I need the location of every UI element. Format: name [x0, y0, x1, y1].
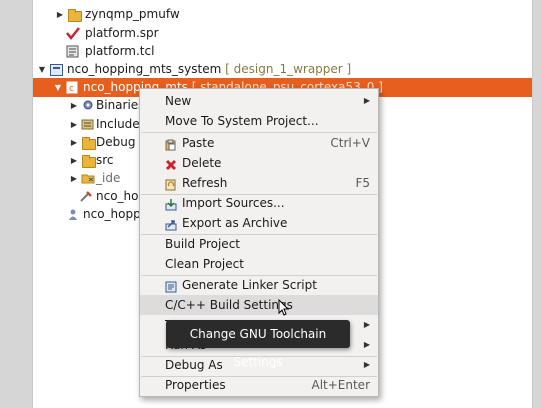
- source-folder-icon: [82, 155, 96, 168]
- menu-item-generate-linker-script[interactable]: Generate Linker Script: [140, 275, 378, 295]
- menu-item-label: New: [165, 94, 192, 108]
- menu-item-export-archive[interactable]: Export as Archive: [140, 213, 378, 233]
- tree-item-label: Debug: [96, 135, 136, 149]
- submenu-arrow-icon: ▶: [363, 320, 370, 329]
- menu-item-import-sources[interactable]: Import Sources...: [140, 193, 378, 213]
- menu-item-label: Build Project: [165, 237, 240, 251]
- menu-item-label: Refresh: [182, 176, 228, 190]
- tree-item-label: _ide: [96, 171, 121, 185]
- tree-item-text: nco_hopping_mts_system [ design_1_wrappe…: [67, 60, 351, 79]
- menu-item-move-to-system[interactable]: Move To System Project...: [140, 111, 378, 131]
- tree-item-label: Binaries: [96, 98, 145, 112]
- expand-arrow-icon[interactable]: ▶: [69, 115, 79, 134]
- paste-icon: [165, 137, 177, 151]
- tree-item-zynqmp-pmufw[interactable]: ▶ zynqmp_pmufw: [33, 5, 532, 24]
- menu-item-new[interactable]: New ▶: [140, 91, 378, 111]
- tree-item-platform-tcl[interactable]: platform.tcl: [33, 42, 532, 61]
- menu-item-label: Generate Linker Script: [182, 278, 317, 292]
- tree-item-label: platform.spr: [85, 26, 159, 40]
- menu-item-label: Move To System Project...: [165, 114, 319, 128]
- menu-item-delete[interactable]: Delete: [140, 153, 378, 173]
- menu-item-paste[interactable]: Paste Ctrl+V: [140, 133, 378, 153]
- svg-text:c: c: [69, 84, 74, 94]
- delete-icon: [165, 157, 177, 171]
- person-file-icon: [66, 208, 80, 221]
- shortcut-label: Ctrl+V: [330, 136, 370, 150]
- menu-item-properties[interactable]: Properties Alt+Enter: [140, 375, 378, 395]
- app-project-icon: c: [66, 81, 80, 94]
- expand-arrow-icon[interactable]: ▶: [69, 169, 79, 188]
- tooltip: Change GNU Toolchain Settings: [166, 320, 350, 369]
- platform-file-icon: [66, 27, 80, 41]
- menu-item-refresh[interactable]: Refresh F5: [140, 173, 378, 193]
- menu-item-label: Paste: [182, 136, 215, 150]
- binaries-icon: [81, 99, 95, 112]
- tree-item-label: zynqmp_pmufw: [85, 7, 180, 21]
- tools-icon: [79, 190, 93, 203]
- collapse-arrow-icon[interactable]: ▼: [53, 78, 63, 97]
- collapse-arrow-icon[interactable]: ▼: [37, 60, 47, 79]
- export-icon: [165, 217, 177, 231]
- menu-item-label: Import Sources...: [182, 196, 285, 210]
- menu-item-label: Delete: [182, 156, 222, 170]
- includes-icon: [81, 118, 95, 131]
- tree-item-label: src: [96, 153, 114, 167]
- menu-item-clean-project[interactable]: Clean Project: [140, 254, 378, 274]
- menu-item-label: Properties: [165, 378, 226, 392]
- menu-item-label: Clean Project: [165, 257, 244, 271]
- refresh-icon: [165, 177, 177, 191]
- menu-item-label: C/C++ Build Settings: [165, 298, 293, 312]
- system-project-icon: [50, 64, 63, 76]
- menu-item-label: Debug As: [165, 358, 223, 372]
- submenu-arrow-icon: ▶: [363, 96, 370, 105]
- menu-item-build-settings[interactable]: C/C++ Build Settings: [140, 295, 378, 315]
- menu-item-build-project[interactable]: Build Project: [140, 234, 378, 254]
- expand-arrow-icon[interactable]: ▶: [55, 5, 65, 24]
- shortcut-label: F5: [355, 176, 370, 190]
- tcl-file-icon: [66, 45, 80, 58]
- menu-item-label: Export as Archive: [182, 216, 288, 230]
- tree-item-decoration: [ design_1_wrapper ]: [225, 62, 352, 76]
- folder-icon: [68, 9, 82, 22]
- linker-script-icon: [165, 279, 177, 293]
- expand-arrow-icon[interactable]: ▶: [69, 151, 79, 170]
- shortcut-label: Alt+Enter: [311, 378, 370, 392]
- ide-folder-icon: [81, 172, 95, 185]
- tree-item-label: nco_hopping_mts_system: [67, 62, 222, 76]
- tree-item-label: platform.tcl: [85, 44, 155, 58]
- tree-item-system-project[interactable]: ▼ nco_hopping_mts_system [ design_1_wrap…: [33, 60, 532, 79]
- tree-item-platform-spr[interactable]: platform.spr: [33, 24, 532, 43]
- expand-arrow-icon[interactable]: ▶: [69, 133, 79, 152]
- folder-icon: [82, 137, 96, 150]
- submenu-arrow-icon: ▶: [363, 360, 370, 369]
- submenu-arrow-icon: ▶: [363, 340, 370, 349]
- expand-arrow-icon[interactable]: ▶: [69, 96, 79, 115]
- import-icon: [165, 197, 177, 211]
